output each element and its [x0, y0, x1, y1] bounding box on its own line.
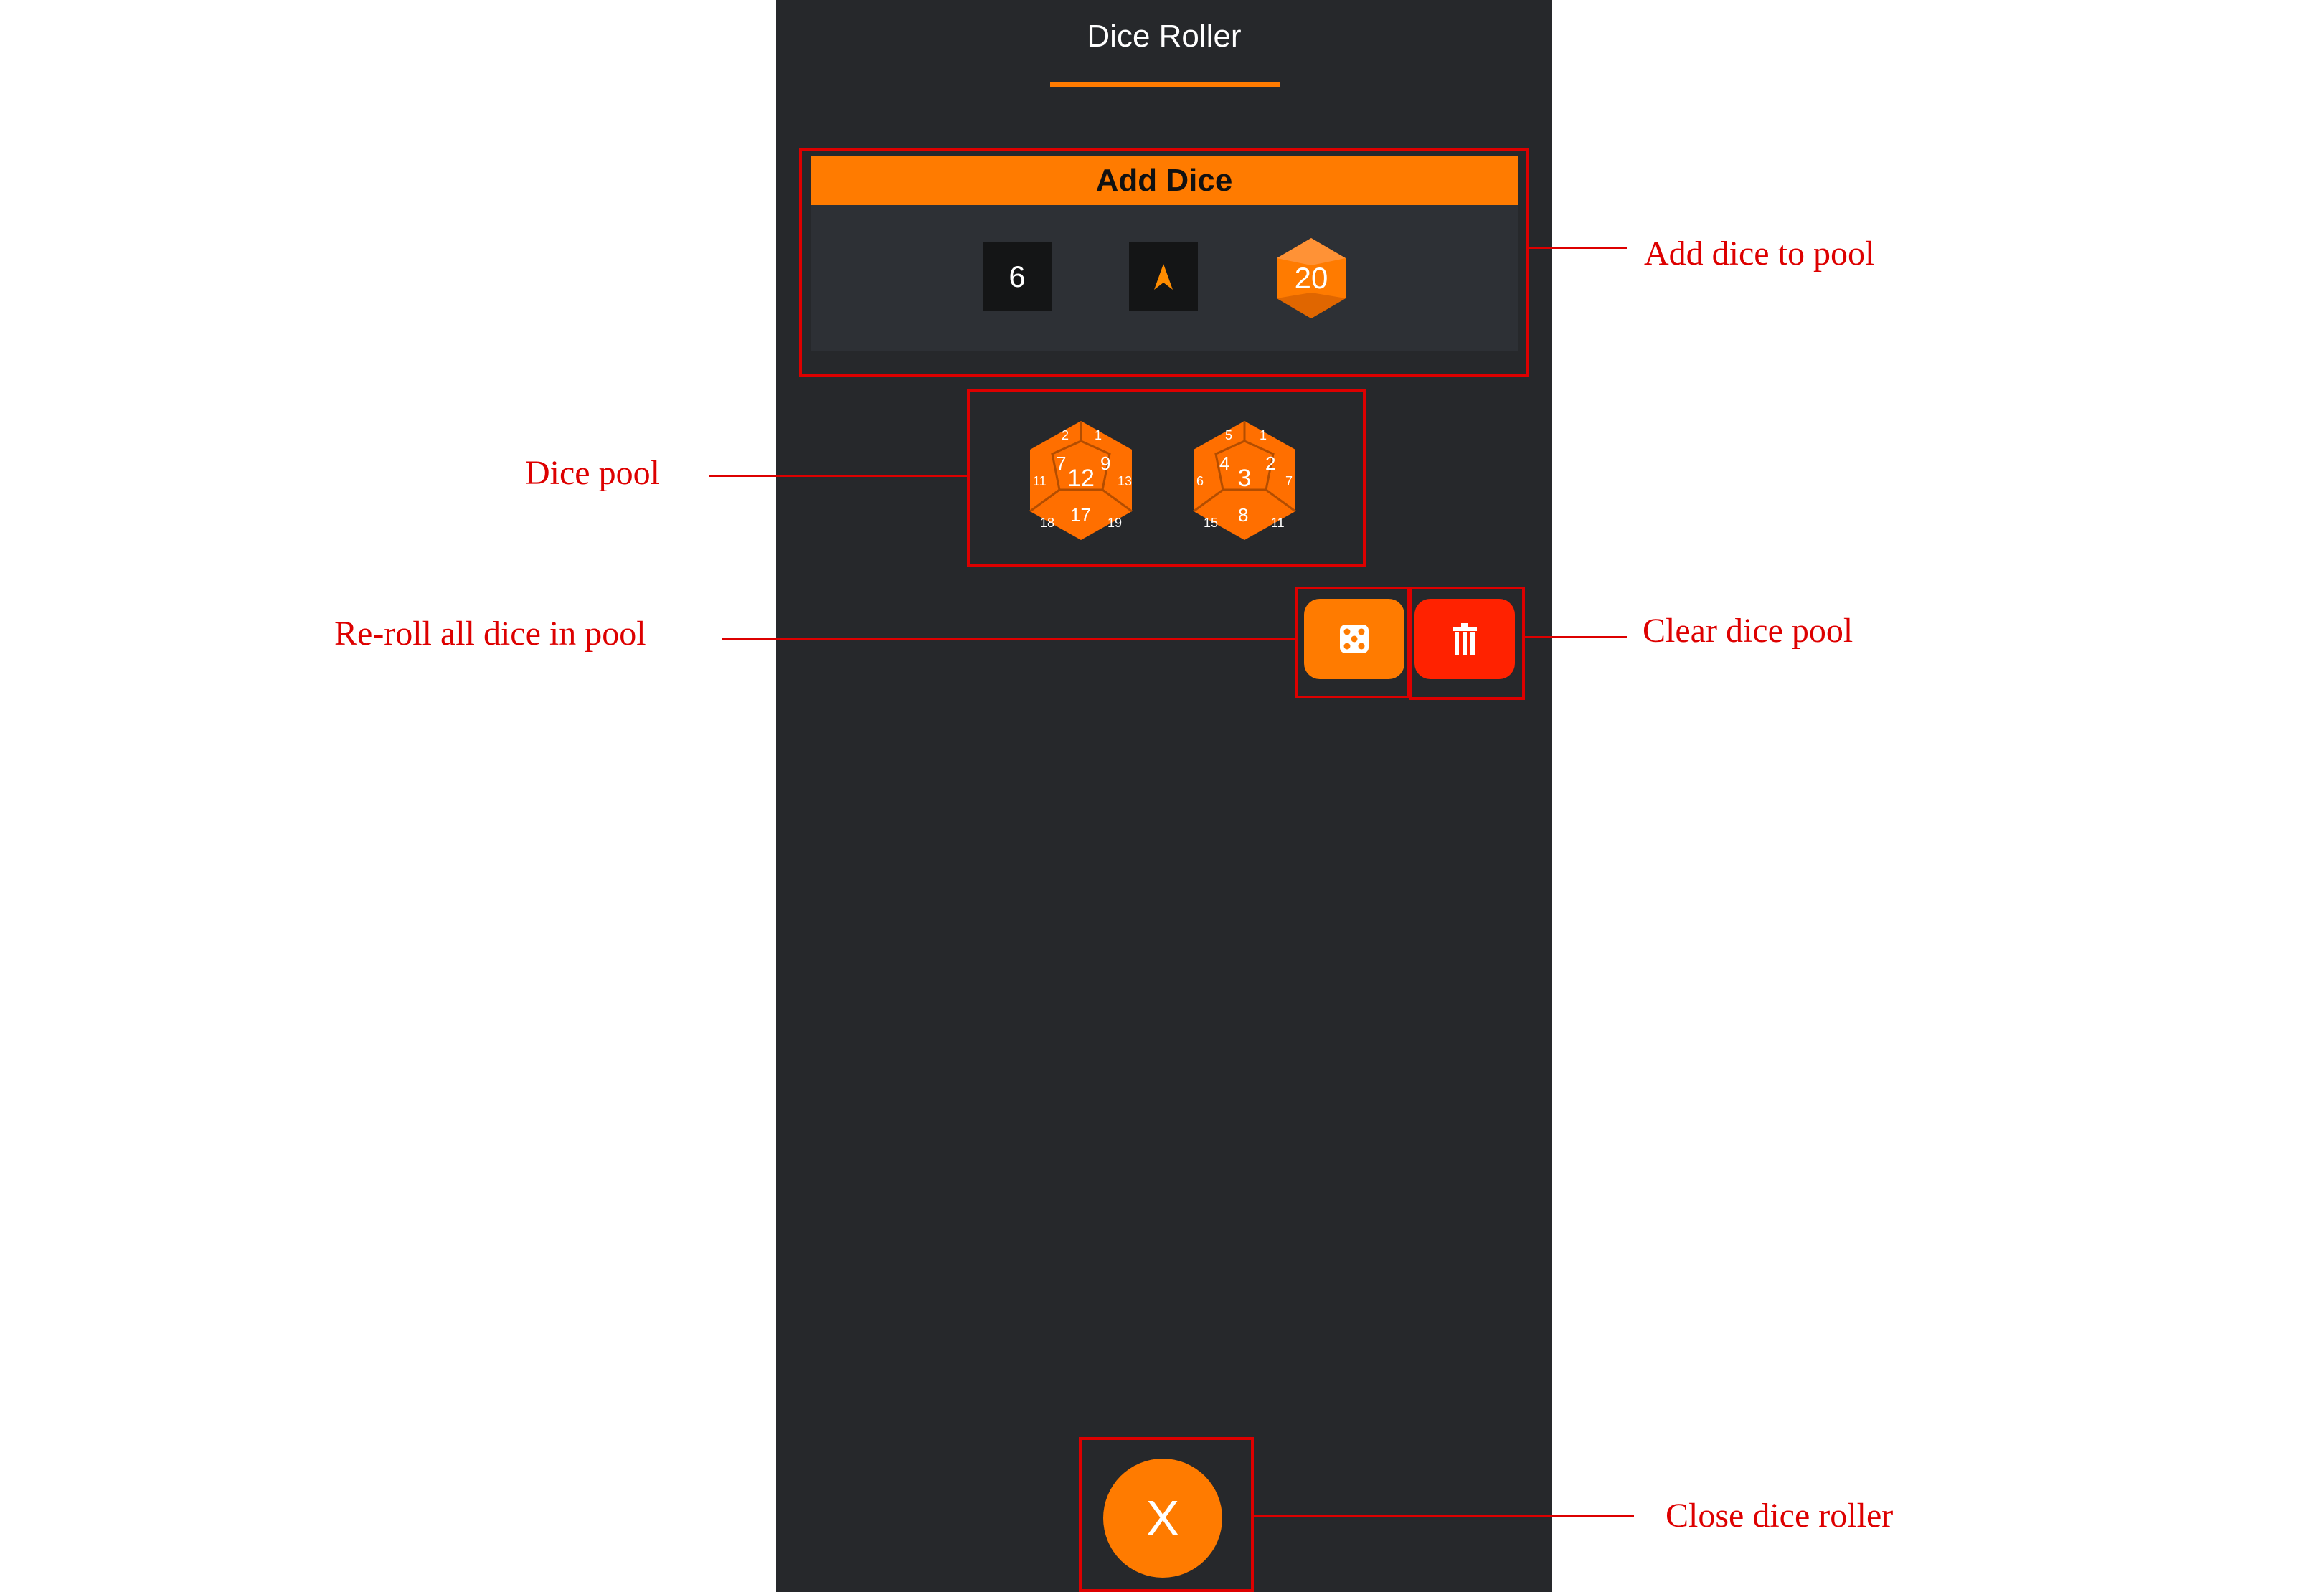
annotation-reroll: Re-roll all dice in pool	[334, 615, 646, 653]
annotation-clear: Clear dice pool	[1643, 612, 1853, 650]
page-title: Dice Roller	[1087, 19, 1242, 54]
dice-pool-callout-line	[709, 475, 967, 477]
add-dice-highlight	[799, 148, 1529, 377]
title-underline	[1050, 82, 1280, 87]
dice-pool-highlight	[967, 389, 1366, 567]
close-callout-line	[1254, 1515, 1634, 1517]
reroll-highlight	[1295, 587, 1410, 698]
annotation-dice-pool: Dice pool	[525, 454, 660, 492]
clear-callout-line	[1525, 636, 1627, 638]
add-dice-callout-line	[1529, 247, 1627, 249]
reroll-callout-line	[722, 638, 1295, 640]
annotation-close: Close dice roller	[1666, 1497, 1894, 1535]
close-highlight	[1079, 1437, 1254, 1592]
annotation-add-dice: Add dice to pool	[1644, 234, 1875, 273]
clear-highlight	[1409, 587, 1525, 700]
